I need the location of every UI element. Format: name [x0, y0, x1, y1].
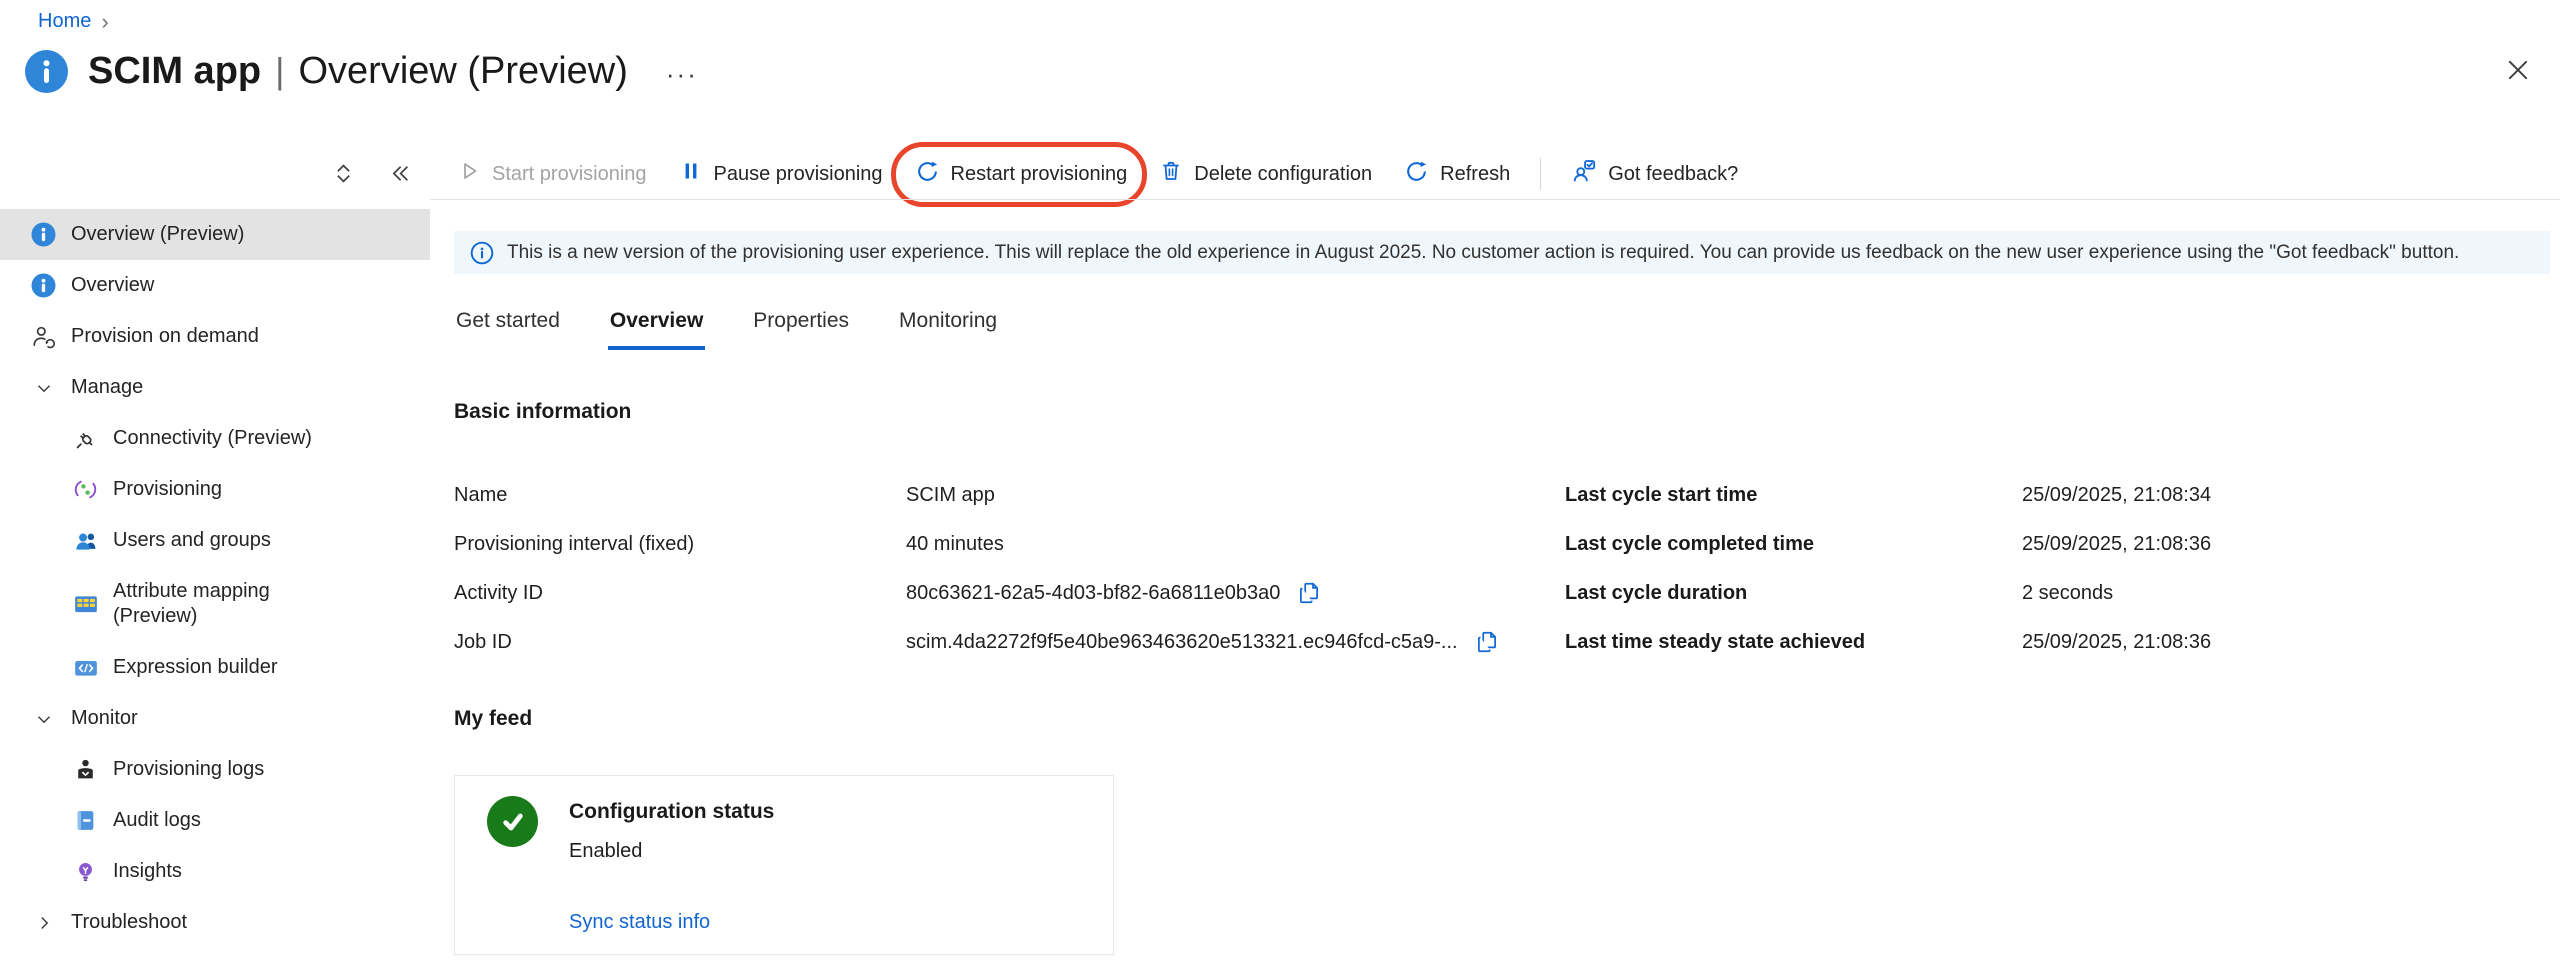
start-provisioning-button[interactable]: Start provisioning [455, 155, 649, 193]
sidebar-group-troubleshoot[interactable]: Troubleshoot [0, 897, 430, 948]
chevron-right-icon [30, 909, 57, 936]
breadcrumb: Home › [38, 10, 109, 33]
info-circle-icon [470, 241, 494, 265]
field-last-cycle-duration: Last cycle duration 2 seconds [1565, 579, 2211, 607]
app-info-badge-icon [25, 50, 68, 93]
breadcrumb-home-link[interactable]: Home [38, 10, 91, 33]
my-feed-heading: My feed [454, 707, 532, 731]
title-separator: | [275, 50, 284, 92]
provisioning-icon [72, 476, 99, 503]
sidebar-group-manage[interactable]: Manage [0, 362, 430, 413]
banner-text: This is a new version of the provisionin… [507, 242, 2459, 264]
info-icon [30, 221, 57, 248]
field-activity-id: Activity ID 80c63621-62a5-4d03-bf82-6a68… [454, 579, 1500, 607]
sidebar-item-audit-logs[interactable]: Audit logs [0, 795, 430, 846]
sidebar-group-monitor[interactable]: Monitor [0, 693, 430, 744]
code-icon [72, 654, 99, 681]
page-header: SCIM app | Overview (Preview) ··· [25, 50, 698, 93]
delete-configuration-button[interactable]: Delete configuration [1157, 155, 1374, 193]
sidebar-item-overview[interactable]: Overview [0, 260, 430, 311]
feedback-icon [1571, 158, 1597, 190]
sidebar-nav: Overview (Preview) Overview Provision on… [0, 209, 430, 948]
basic-info-right-column: Last cycle start time 25/09/2025, 21:08:… [1565, 481, 2211, 677]
chevron-right-icon: › [101, 12, 108, 32]
sidebar-item-provision-on-demand[interactable]: Provision on demand [0, 311, 430, 362]
field-last-cycle-start: Last cycle start time 25/09/2025, 21:08:… [1565, 481, 2211, 509]
restart-icon [915, 159, 940, 190]
tab-get-started[interactable]: Get started [454, 303, 562, 350]
book-icon [72, 807, 99, 834]
trash-icon [1159, 159, 1183, 189]
pause-provisioning-button[interactable]: Pause provisioning [677, 155, 885, 193]
refresh-icon [1404, 159, 1429, 190]
sidebar-item-expression-builder[interactable]: Expression builder [0, 642, 430, 693]
person-sync-icon [30, 323, 57, 350]
basic-information-heading: Basic information [454, 400, 631, 424]
users-icon [72, 527, 99, 554]
got-feedback-button[interactable]: Got feedback? [1569, 154, 1740, 194]
sidebar-item-attribute-mapping[interactable]: Attribute mapping (Preview) [0, 566, 430, 642]
more-options-button[interactable]: ··· [666, 64, 698, 84]
configuration-status-card: Configuration status Enabled Sync status… [454, 775, 1114, 955]
sidebar-item-connectivity[interactable]: Connectivity (Preview) [0, 413, 430, 464]
sync-status-info-link[interactable]: Sync status info [569, 911, 710, 934]
restart-provisioning-button[interactable]: Restart provisioning [913, 155, 1130, 194]
tab-bar: Get started Overview Properties Monitori… [454, 303, 999, 350]
field-name: Name SCIM app [454, 481, 1500, 509]
field-job-id: Job ID scim.4da2272f9f5e40be963463620e51… [454, 628, 1500, 656]
field-last-steady-state: Last time steady state achieved 25/09/20… [1565, 628, 2211, 656]
table-icon [72, 591, 99, 618]
tab-overview[interactable]: Overview [608, 303, 705, 350]
sidebar-item-insights[interactable]: Insights [0, 846, 430, 897]
sidebar-item-overview-preview[interactable]: Overview (Preview) [0, 209, 430, 260]
toolbar-divider-line [430, 199, 2560, 200]
toolbar-divider [1540, 158, 1541, 190]
plug-icon [72, 425, 99, 452]
info-banner: This is a new version of the provisionin… [454, 231, 2550, 274]
close-icon[interactable] [2504, 56, 2532, 89]
page-title-text: Overview (Preview) [298, 50, 627, 93]
page-title: SCIM app | Overview (Preview) ··· [88, 50, 698, 93]
sidebar-item-provisioning[interactable]: Provisioning [0, 464, 430, 515]
basic-info-left-column: Name SCIM app Provisioning interval (fix… [454, 481, 1500, 677]
resize-panel-icon[interactable] [330, 160, 357, 192]
chevron-down-icon [30, 705, 57, 732]
field-last-cycle-completed: Last cycle completed time 25/09/2025, 21… [1565, 530, 2211, 558]
card-status-value: Enabled [569, 840, 642, 863]
copy-icon[interactable] [1296, 580, 1322, 606]
pause-icon [679, 159, 703, 189]
success-check-icon [487, 796, 538, 847]
chevron-down-icon [30, 374, 57, 401]
card-title: Configuration status [569, 800, 774, 824]
sidebar-item-provisioning-logs[interactable]: Provisioning logs [0, 744, 430, 795]
person-tray-icon [72, 756, 99, 783]
play-icon [457, 159, 481, 189]
collapse-menu-icon[interactable] [386, 160, 413, 192]
command-bar: Start provisioning Pause provisioning Re… [455, 148, 1740, 200]
app-name: SCIM app [88, 50, 261, 93]
sidebar-item-users-and-groups[interactable]: Users and groups [0, 515, 430, 566]
lightbulb-icon [72, 858, 99, 885]
tab-properties[interactable]: Properties [751, 303, 851, 350]
tab-monitoring[interactable]: Monitoring [897, 303, 999, 350]
field-provisioning-interval: Provisioning interval (fixed) 40 minutes [454, 530, 1500, 558]
refresh-button[interactable]: Refresh [1402, 155, 1512, 194]
copy-icon[interactable] [1474, 629, 1500, 655]
info-icon [30, 272, 57, 299]
